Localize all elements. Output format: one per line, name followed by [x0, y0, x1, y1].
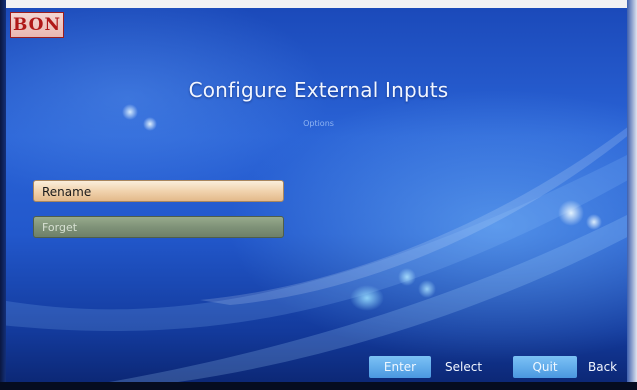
- page-title: Configure External Inputs: [188, 78, 449, 102]
- enter-key-button[interactable]: Enter: [369, 356, 431, 378]
- sparkle-light: [350, 285, 384, 311]
- screen-bezel-left: [0, 0, 6, 390]
- brand-logo-text: BON: [12, 15, 62, 35]
- screen-bezel-right: [627, 0, 637, 390]
- screen-bezel-bottom: [0, 382, 637, 390]
- brand-logo: BON: [10, 12, 64, 38]
- back-hint-label: Back: [588, 360, 618, 374]
- select-hint-label: Select: [445, 360, 483, 374]
- sparkle-light: [398, 268, 416, 286]
- tv-menu-screen: BON Configure External Inputs Options Re…: [0, 0, 637, 390]
- sparkle-light: [586, 214, 602, 230]
- quit-key-button[interactable]: Quit: [513, 356, 577, 378]
- menu-item-forget[interactable]: Forget: [33, 216, 284, 238]
- page-subtitle: Options: [303, 119, 334, 128]
- sparkle-light: [558, 200, 584, 226]
- sparkle-light: [122, 104, 138, 120]
- menu-item-rename[interactable]: Rename: [33, 180, 284, 202]
- screen-bezel-top: [0, 0, 637, 8]
- sparkle-light: [418, 280, 436, 298]
